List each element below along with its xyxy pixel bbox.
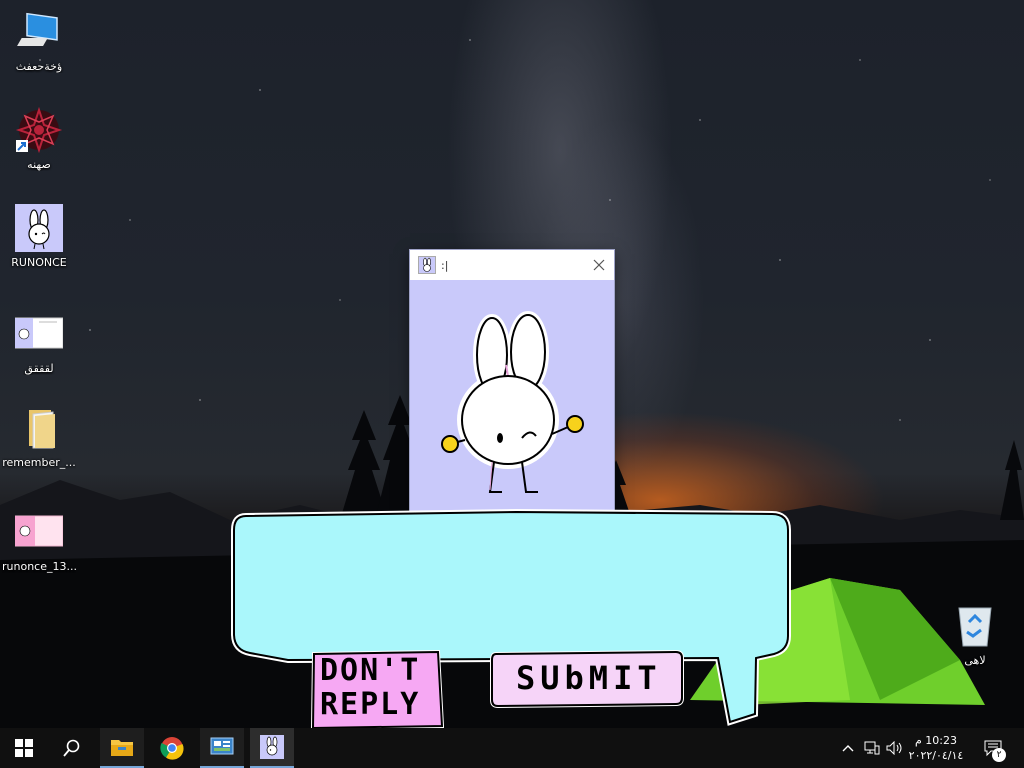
volume-icon xyxy=(886,741,902,755)
volume-button[interactable] xyxy=(884,728,906,768)
desktop-icon-label: runonce_13... xyxy=(2,560,76,573)
taskbar-bunny-app[interactable] xyxy=(250,728,294,768)
bunny-app-window[interactable]: :| xyxy=(410,250,614,512)
taskbar-chrome[interactable] xyxy=(150,728,194,768)
dont-reply-label-line1: DON'T xyxy=(320,653,421,688)
network-icon xyxy=(864,741,880,755)
window-titlebar[interactable]: :| xyxy=(410,250,614,280)
close-button[interactable] xyxy=(590,256,608,274)
desktop-icon-runonce[interactable]: RUNONCE xyxy=(2,204,76,269)
dont-reply-button[interactable]: DON'T REPLY xyxy=(310,649,445,731)
bunny-app-icon xyxy=(260,735,284,759)
dont-reply-label-line2: REPLY xyxy=(320,687,421,722)
desktop-icon-recycle-bin[interactable]: لاهى xyxy=(938,602,1012,667)
recycle-bin-icon xyxy=(951,602,999,650)
desktop-icon-mandala[interactable]: صهنه xyxy=(2,106,76,171)
reply-input[interactable] xyxy=(244,520,780,644)
folder-icon xyxy=(15,404,63,452)
notification-badge: ٢ xyxy=(992,748,1006,762)
submit-button[interactable]: SUbMIT xyxy=(490,649,684,709)
desktop-icon-label: صهنه xyxy=(27,158,51,171)
clock-time: 10:23 م xyxy=(914,734,957,747)
window-title: :| xyxy=(441,258,449,272)
desktop-icon-label: remember_... xyxy=(2,456,76,469)
desktop-icon-label: لاهى xyxy=(964,654,986,667)
close-icon xyxy=(593,259,605,271)
desktop-icon-label: لقققق xyxy=(24,362,54,375)
search-icon xyxy=(63,739,80,757)
network-button[interactable] xyxy=(862,728,882,768)
chevron-up-icon xyxy=(842,745,854,752)
search-button[interactable] xyxy=(48,728,96,768)
bunny-app-icon xyxy=(418,256,436,274)
tray-overflow-button[interactable] xyxy=(838,728,858,768)
desktop-icon-computer[interactable]: ؤخةحعفث xyxy=(2,8,76,73)
computer-icon xyxy=(15,8,63,56)
chrome-icon xyxy=(160,737,184,760)
desktop-icon-image[interactable]: لقققق xyxy=(2,310,76,375)
action-center-button[interactable]: ٢ xyxy=(976,728,1010,768)
bunny-app-icon xyxy=(15,204,63,252)
desktop-icon-label: ؤخةحعفث xyxy=(15,60,63,73)
pink-image-icon xyxy=(14,508,64,556)
submit-label: SUbMIT xyxy=(516,659,662,697)
clock[interactable]: 10:23 م ٢٠٢٢/٠٤/١٤ xyxy=(906,728,966,768)
windows-icon xyxy=(15,739,33,757)
start-button[interactable] xyxy=(0,728,48,768)
desktop-icon-pink-image[interactable]: runonce_13... xyxy=(2,508,76,573)
file-explorer-icon xyxy=(111,740,133,756)
mandala-shortcut-icon xyxy=(15,106,63,154)
taskbar: 10:23 م ٢٠٢٢/٠٤/١٤ ٢ xyxy=(0,728,1024,768)
taskbar-file-explorer[interactable] xyxy=(100,728,144,768)
clock-date: ٢٠٢٢/٠٤/١٤ xyxy=(908,749,964,762)
control-panel-icon xyxy=(210,737,234,755)
taskbar-control-panel[interactable] xyxy=(200,728,244,768)
image-thumbnail-icon xyxy=(14,310,64,358)
desktop-icon-label: RUNONCE xyxy=(11,256,67,269)
desktop-icon-folder[interactable]: remember_... xyxy=(2,404,76,469)
bunny-character xyxy=(441,311,584,493)
